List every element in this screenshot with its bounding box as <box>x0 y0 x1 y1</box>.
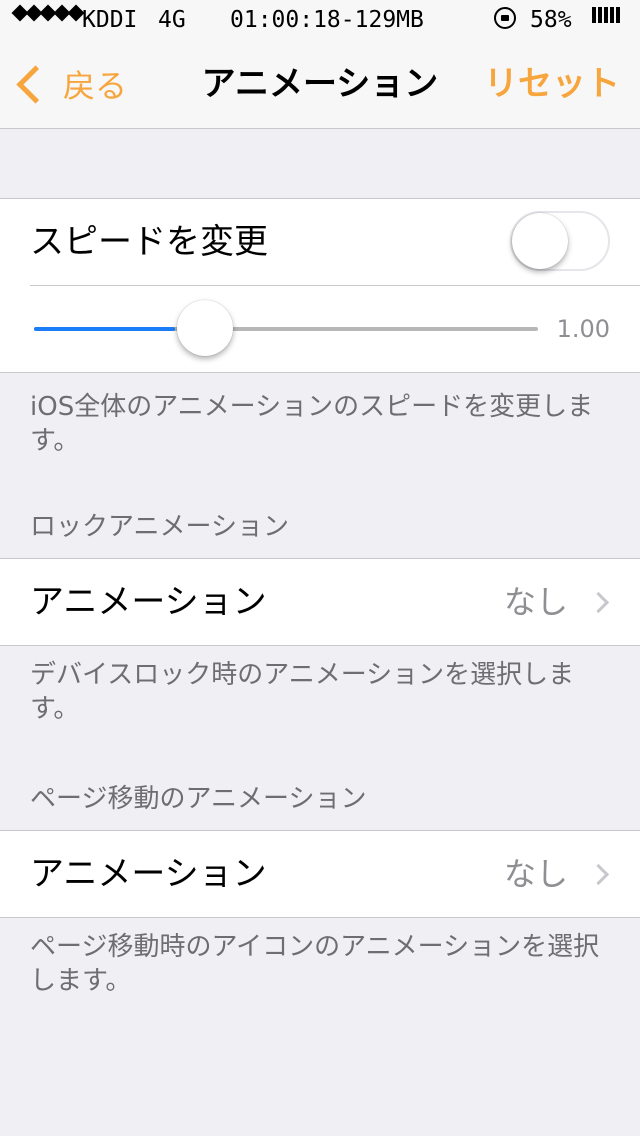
speed-toggle-row: スピードを変更 <box>0 199 640 285</box>
rotation-lock-icon <box>494 7 516 29</box>
lock-animation-footer: デバイスロック時のアニメーションを選択します。 <box>30 660 575 724</box>
network-type: 4G <box>158 7 186 33</box>
page-animation-row[interactable]: アニメーション なし <box>0 831 640 917</box>
lock-animation-header: ロックアニメーション <box>30 512 289 542</box>
carrier-name: KDDI <box>82 7 138 33</box>
speed-slider-fill <box>34 327 176 331</box>
battery-bars-icon <box>592 7 620 23</box>
page-animation-footer: ページ移動時のアイコンのアニメーションを選択します。 <box>30 932 600 996</box>
speed-toggle-switch[interactable] <box>510 211 610 271</box>
page-animation-value: なし <box>503 855 568 893</box>
page-animation-header: ページ移動のアニメーション <box>30 784 367 814</box>
lock-animation-row[interactable]: アニメーション なし <box>0 559 640 645</box>
chevron-right-icon <box>587 863 610 886</box>
navigation-bar: 戻る アニメーション リセット <box>0 40 640 129</box>
toggle-knob <box>512 213 568 269</box>
lock-animation-value: なし <box>503 583 568 621</box>
battery-percent: 58% <box>530 7 572 33</box>
speed-footer-text: iOS全体のアニメーションのスピードを変更します。 <box>30 392 594 456</box>
speed-settings-group: スピードを変更 1.00 <box>0 198 640 373</box>
lock-animation-label: アニメーション <box>30 582 267 622</box>
status-bar: KDDI 4G 01:00:18-129MB 58% <box>0 0 640 40</box>
speed-toggle-label: スピードを変更 <box>30 222 268 262</box>
lock-animation-group: アニメーション なし <box>0 558 640 646</box>
page-animation-label: アニメーション <box>30 854 267 894</box>
signal-dots-icon <box>11 4 85 22</box>
page-animation-group: アニメーション なし <box>0 830 640 918</box>
speed-slider-thumb[interactable] <box>177 300 234 356</box>
chevron-right-icon <box>587 591 610 614</box>
speed-slider-track[interactable] <box>34 327 538 331</box>
speed-slider-value: 1.00 <box>556 315 610 343</box>
speed-slider-row: 1.00 <box>30 285 640 372</box>
status-time: 01:00:18-129MB <box>230 7 424 33</box>
reset-button[interactable]: リセット <box>484 60 620 108</box>
